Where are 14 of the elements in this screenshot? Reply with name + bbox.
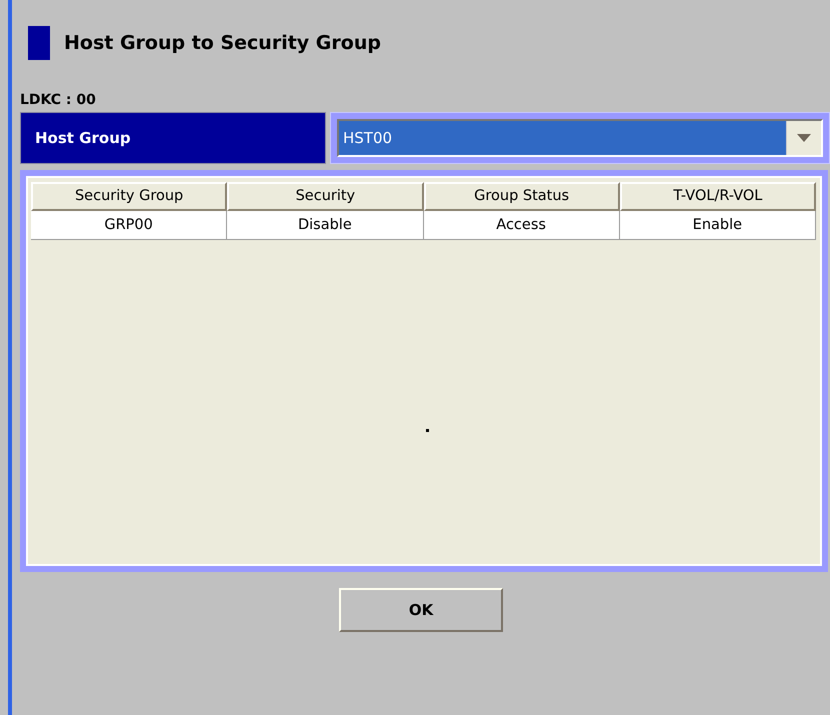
table-cell: Access	[424, 211, 620, 240]
column-header[interactable]: Security	[227, 182, 424, 211]
column-header[interactable]: T-VOL/R-VOL	[620, 182, 816, 211]
dialog-title: Host Group to Security Group	[64, 32, 381, 54]
host-group-label: Host Group	[20, 112, 326, 164]
host-group-dropdown[interactable]: HST00	[337, 119, 823, 157]
column-header[interactable]: Security Group	[31, 182, 228, 211]
title-marker	[28, 26, 50, 60]
table-cell: GRP00	[31, 211, 228, 240]
column-header[interactable]: Group Status	[424, 182, 620, 211]
ok-button[interactable]: OK	[339, 588, 503, 632]
ldkc-label: LDKC : 00	[20, 91, 97, 109]
table-cell: Disable	[227, 211, 424, 240]
table-cell: Enable	[620, 211, 816, 240]
